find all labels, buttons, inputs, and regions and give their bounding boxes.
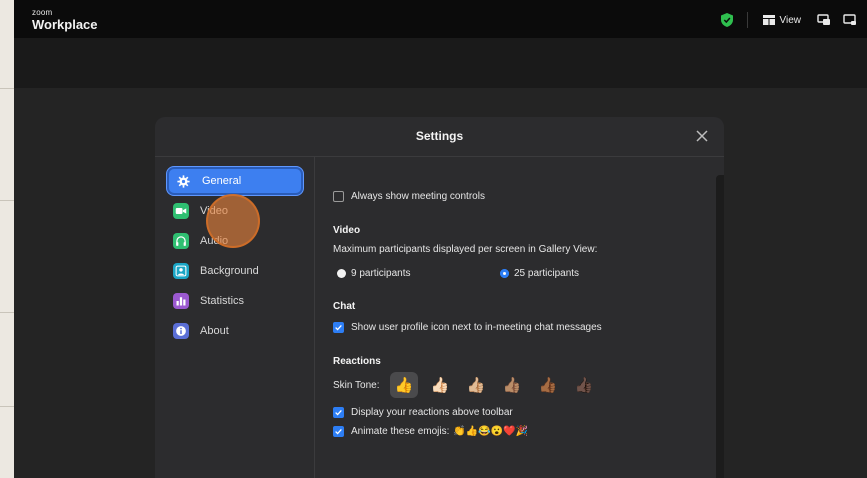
left-edge-strip [0,0,14,478]
radio-25-participants[interactable]: 25 participants [500,268,579,279]
chat-section-title: Chat [333,301,356,312]
nav-label-statistics: Statistics [200,295,245,307]
display-reactions-label: Display your reactions above toolbar [351,407,513,418]
dialog-header: Settings [155,117,724,157]
scrollbar[interactable] [716,175,724,478]
display-reactions-row[interactable]: Display your reactions above toolbar [333,407,513,418]
strip-divider [0,312,14,313]
shield-icon[interactable] [720,13,733,27]
nav-item-video[interactable]: Video [165,198,301,224]
radio-9-participants[interactable]: 9 participants [337,268,410,279]
video-section-title: Video [333,225,361,236]
logo-text: Workplace [32,17,98,32]
close-icon[interactable] [694,128,710,144]
info-icon [173,323,189,339]
chat-profile-icon-label: Show user profile icon next to in-meetin… [351,322,602,333]
skin-tone-label: Skin Tone: [333,380,380,391]
nav-label-background: Background [200,265,259,277]
nav-item-about[interactable]: About [165,318,301,344]
settings-dialog: Settings General Video Audio Background … [155,117,724,478]
animated-emoji-list: 👏👍😂😮❤️🎉 [453,426,529,437]
chat-profile-icon-row[interactable]: Show user profile icon next to in-meetin… [333,322,602,333]
nav-label-general: General [202,175,242,187]
nav-item-background[interactable]: Background [165,258,301,284]
gear-icon [175,173,191,189]
person-icon [173,263,189,279]
general-settings-panel: Always show meeting controls Video Maxim… [315,157,724,478]
nav-label-video: Video [200,205,228,217]
checkbox-checked[interactable] [333,407,344,418]
view-label: View [779,14,802,26]
always-show-controls-label: Always show meeting controls [351,191,485,202]
bar-chart-icon [173,293,189,309]
video-camera-icon [173,203,189,219]
option-25-label: 25 participants [514,268,580,279]
logo-small-text: zoom [32,8,53,17]
animate-emojis-label: Animate these emojis: [351,426,450,437]
skin-tone-medium-dark[interactable]: 👍🏾 [534,372,562,398]
title-bar: zoom Workplace View [14,0,867,38]
nav-item-audio[interactable]: Audio [165,228,301,254]
view-button[interactable]: View [762,14,802,26]
dialog-title: Settings [415,129,464,143]
window-mode-icon[interactable] [843,14,857,26]
skin-tone-dark[interactable]: 👍🏿 [570,372,598,398]
radio-unselected[interactable] [337,269,346,278]
skin-tone-picker: 👍 👍🏻 👍🏼 👍🏽 👍🏾 👍🏿 [390,372,598,398]
checkbox-checked[interactable] [333,426,344,437]
checkbox-checked[interactable] [333,322,344,333]
zoom-app-window: zoom Workplace View Settings General Vid… [14,0,867,478]
strip-divider [0,88,14,89]
settings-nav: General Video Audio Background Statistic… [155,157,315,478]
nav-label-audio: Audio [200,235,229,247]
skin-tone-light[interactable]: 👍🏻 [426,372,454,398]
option-9-label: 9 participants [351,268,411,279]
grid-view-icon [762,15,775,25]
nav-label-about: About [200,325,229,337]
headphones-icon [173,233,189,249]
radio-selected[interactable] [500,269,509,278]
animate-emojis-row[interactable]: Animate these emojis: 👏👍😂😮❤️🎉 [333,426,528,437]
meeting-top-bar [14,38,867,88]
nav-item-statistics[interactable]: Statistics [165,288,301,314]
reactions-section-title: Reactions [333,356,381,367]
picture-in-picture-icon[interactable] [817,14,831,26]
skin-tone-default[interactable]: 👍 [390,372,418,398]
divider [746,12,748,28]
always-show-controls-row[interactable]: Always show meeting controls [333,191,485,202]
nav-item-general[interactable]: General [167,167,303,195]
skin-tone-medium-light[interactable]: 👍🏼 [462,372,490,398]
checkbox-unchecked[interactable] [333,191,344,202]
gallery-view-label: Maximum participants displayed per scree… [333,244,598,255]
title-bar-controls: View [720,12,858,28]
strip-divider [0,406,14,407]
skin-tone-medium[interactable]: 👍🏽 [498,372,526,398]
strip-divider [0,200,14,201]
